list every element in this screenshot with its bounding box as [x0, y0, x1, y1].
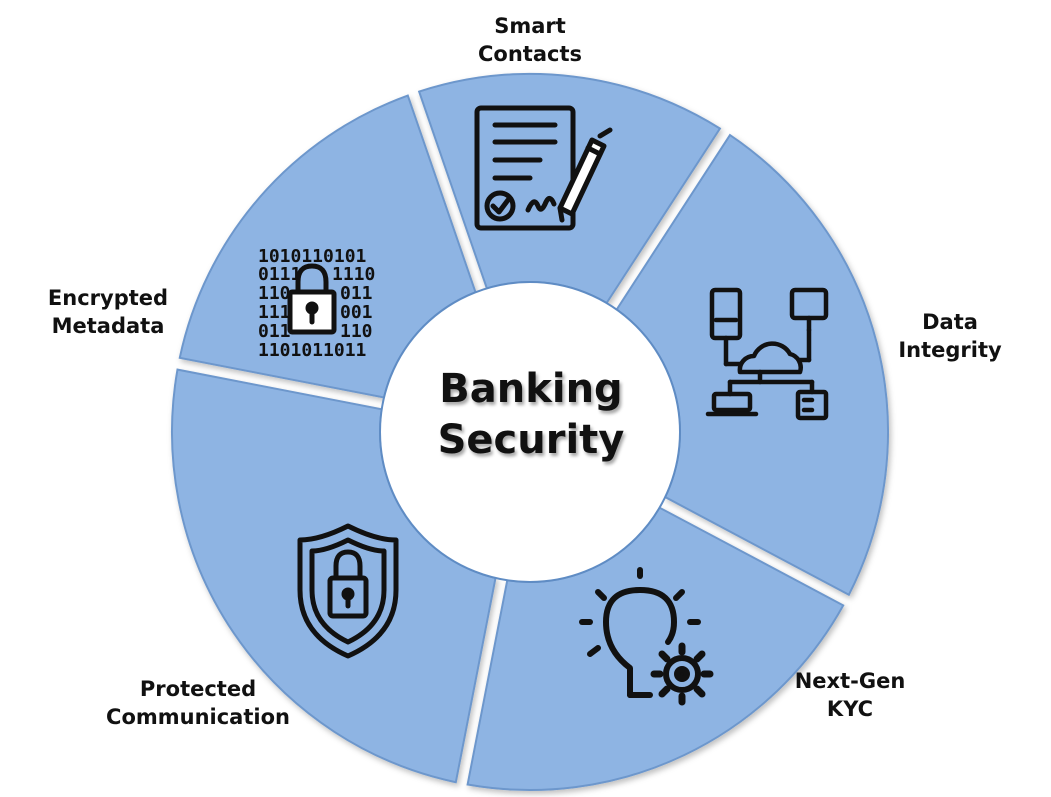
center-title-line1: Banking — [439, 366, 623, 412]
svg-text:001: 001 — [340, 302, 373, 323]
center-title-line2: Security — [437, 417, 625, 463]
label-data-integrity: Data Integrity — [898, 310, 1002, 362]
label-protected-communication: Protected Communication — [106, 677, 290, 729]
svg-text:1110: 1110 — [332, 264, 375, 285]
label-encrypted-metadata: Encrypted Metadata — [47, 286, 169, 338]
label-next-gen-kyc: Next-Gen KYC — [794, 669, 906, 721]
center-title: Banking Security — [400, 364, 662, 466]
svg-text:111: 111 — [258, 302, 291, 323]
svg-text:1101011011: 1101011011 — [258, 340, 366, 361]
binary-lock-icon: 1010110101 0111 1110 110 011 111 001 011 110… — [258, 246, 375, 361]
svg-text:011: 011 — [340, 283, 373, 304]
svg-text:011: 011 — [258, 321, 291, 342]
label-smart-contacts: Smart Contacts — [478, 14, 582, 66]
svg-text:110: 110 — [340, 321, 373, 342]
svg-text:0111: 0111 — [258, 264, 301, 285]
svg-text:110: 110 — [258, 283, 291, 304]
